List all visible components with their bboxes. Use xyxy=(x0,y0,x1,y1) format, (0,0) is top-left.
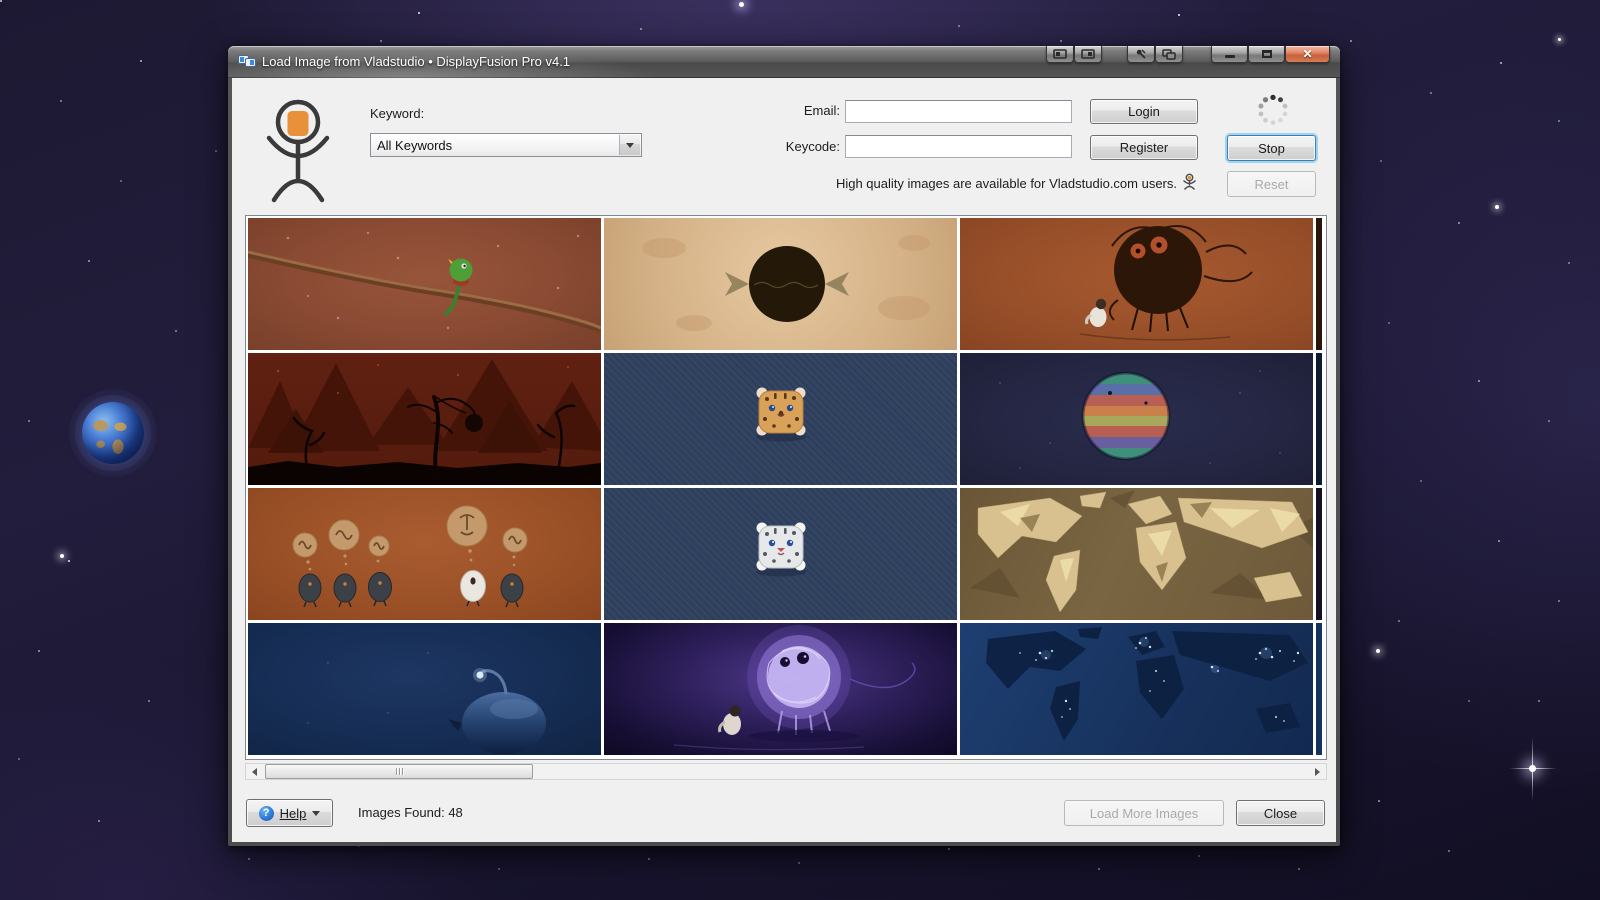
scroll-right-button[interactable] xyxy=(1309,764,1326,779)
window-title: Load Image from Vladstudio • DisplayFusi… xyxy=(262,54,570,69)
keyword-dropdown-button[interactable] xyxy=(619,135,640,155)
help-button[interactable]: ? Help xyxy=(246,799,333,827)
scrollbar-thumb[interactable] xyxy=(265,764,533,779)
close-window-button[interactable]: ✕ xyxy=(1285,46,1330,63)
thumbnail-sepia-polygon-map[interactable] xyxy=(960,488,1313,620)
stars xyxy=(0,0,2,2)
help-label: Help xyxy=(280,806,307,821)
loading-spinner-icon xyxy=(1254,91,1292,134)
stop-button[interactable]: Stop xyxy=(1227,135,1316,161)
chevron-down-icon xyxy=(312,811,320,816)
email-label: Email: xyxy=(712,103,840,118)
scrollbar-track[interactable] xyxy=(263,764,1309,779)
promo-line: High quality images are available for Vl… xyxy=(632,173,1197,193)
move-window-previous-monitor-button[interactable] xyxy=(1046,46,1074,63)
keyword-selected-value: All Keywords xyxy=(371,134,618,156)
glow-star xyxy=(60,554,64,558)
image-results-grid xyxy=(245,215,1327,760)
close-icon: ✕ xyxy=(1302,48,1312,60)
desktop-wallpaper: Load Image from Vladstudio • DisplayFusi… xyxy=(0,0,1600,900)
glow-star xyxy=(1495,205,1499,209)
login-button[interactable]: Login xyxy=(1090,99,1198,124)
scroll-left-button[interactable] xyxy=(246,764,263,779)
close-button[interactable]: Close xyxy=(1236,800,1325,826)
thumbnail-leopard-pillow[interactable] xyxy=(604,353,957,485)
thumbnail-snow-leopard-pillow[interactable] xyxy=(604,488,957,620)
bright-star xyxy=(1529,765,1536,772)
thumbnail-samorost-green-bird[interactable] xyxy=(248,218,601,350)
keyword-select[interactable]: All Keywords xyxy=(370,133,642,157)
thumbnail-night-lights-map[interactable] xyxy=(960,623,1313,755)
arrow-right-icon xyxy=(1315,768,1320,776)
glow-star xyxy=(739,2,744,7)
thumbnail-partial-column[interactable] xyxy=(1316,218,1322,350)
glow-star xyxy=(1376,649,1380,653)
thumbnail-glowing-monster[interactable] xyxy=(604,623,957,755)
grip-icon xyxy=(396,768,397,775)
titlebar[interactable]: Load Image from Vladstudio • DisplayFusi… xyxy=(228,46,1340,78)
titlebar-buttons: ✕ xyxy=(1046,46,1330,63)
reset-button: Reset xyxy=(1227,171,1316,197)
maximize-button[interactable] xyxy=(1248,46,1285,63)
images-found-status: Images Found: 48 xyxy=(358,805,463,820)
arrow-left-icon xyxy=(252,768,257,776)
help-icon: ? xyxy=(259,806,274,821)
thumbnail-partial-column[interactable] xyxy=(1316,623,1322,755)
load-more-images-button: Load More Images xyxy=(1064,800,1224,826)
promo-text: High quality images are available for Vl… xyxy=(836,176,1177,191)
earth-icon xyxy=(82,402,144,464)
displayfusion-app-icon xyxy=(238,54,256,69)
glow-star xyxy=(1558,38,1561,41)
thumbnail-halloween-forest[interactable] xyxy=(248,353,601,485)
thumbnail-singing-birds[interactable] xyxy=(248,488,601,620)
thumbnail-partial-column[interactable] xyxy=(1316,353,1322,485)
span-monitors-button[interactable] xyxy=(1155,46,1183,63)
keyword-label: Keyword: xyxy=(370,106,424,121)
chevron-down-icon xyxy=(626,143,634,148)
vladstudio-mini-icon xyxy=(1182,173,1197,193)
email-input[interactable] xyxy=(845,100,1072,123)
thumbnail-knitted-planet[interactable] xyxy=(960,353,1313,485)
vladstudio-logo xyxy=(262,94,334,209)
register-button[interactable]: Register xyxy=(1090,135,1198,160)
keycode-input[interactable] xyxy=(845,135,1072,158)
move-window-next-monitor-button[interactable] xyxy=(1074,46,1102,63)
minimize-icon xyxy=(1225,55,1235,58)
dialog-window: Load Image from Vladstudio • DisplayFusi… xyxy=(228,46,1340,846)
thumbnail-deep-sea-creature[interactable] xyxy=(248,623,601,755)
pin-window-button[interactable] xyxy=(1127,46,1155,63)
minimize-button[interactable] xyxy=(1211,46,1248,63)
maximize-icon xyxy=(1262,50,1272,58)
thumbnail-scribble-monster[interactable] xyxy=(960,218,1313,350)
keycode-label: Keycode: xyxy=(712,139,840,154)
dialog-client-area: Keyword: All Keywords Email: Login Keyco… xyxy=(232,78,1336,842)
thumbnail-winged-dark-ball[interactable] xyxy=(604,218,957,350)
thumbnail-partial-column[interactable] xyxy=(1316,488,1322,620)
horizontal-scrollbar[interactable] xyxy=(245,763,1327,780)
